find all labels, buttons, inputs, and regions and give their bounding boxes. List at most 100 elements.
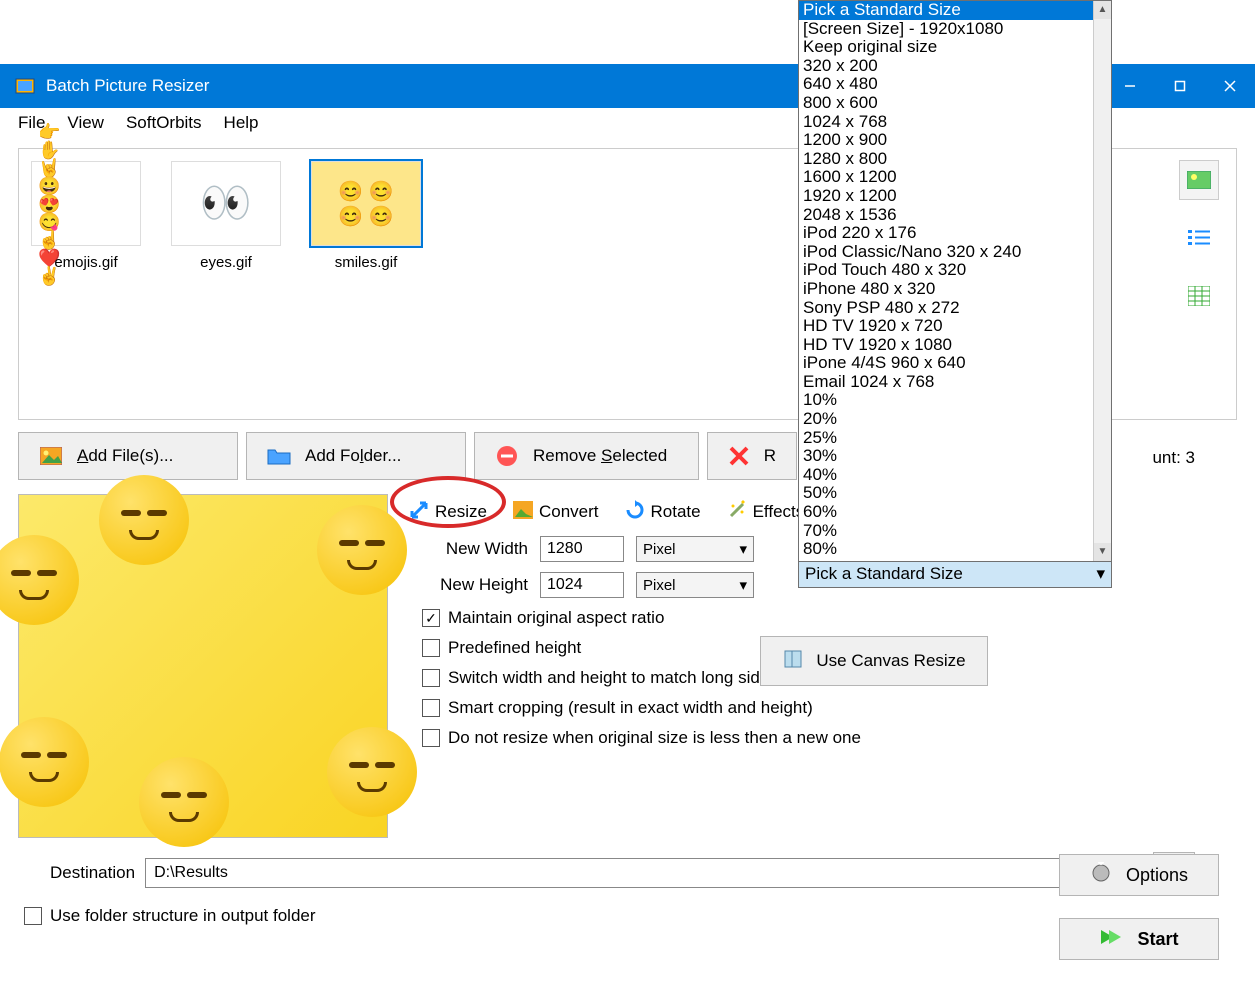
size-option[interactable]: iPod Classic/Nano 320 x 240 (799, 243, 1111, 262)
thumb-label: emojis.gif (54, 254, 117, 271)
tab-resize[interactable]: Resize (398, 495, 498, 530)
size-option[interactable]: 320 x 200 (799, 57, 1111, 76)
size-option[interactable]: 20% (799, 410, 1111, 429)
size-list[interactable]: Pick a Standard Size[Screen Size] - 1920… (799, 1, 1111, 561)
size-option[interactable]: iPod 220 x 176 (799, 224, 1111, 243)
size-option[interactable]: 80% (799, 540, 1111, 559)
thumb-item-selected[interactable]: 😊 😊😊 😊 smiles.gif (311, 161, 421, 271)
size-option[interactable]: iPone 4/4S 960 x 640 (799, 354, 1111, 373)
use-canvas-resize-button[interactable]: Use Canvas Resize (760, 636, 988, 686)
x-icon (728, 444, 750, 468)
folder-icon (267, 444, 291, 468)
size-option[interactable]: Email 1024 x 768 (799, 373, 1111, 392)
canvas-icon (782, 648, 804, 675)
width-unit-select[interactable]: Pixel▾ (636, 536, 754, 562)
size-option[interactable]: 50% (799, 484, 1111, 503)
size-option[interactable]: 1600 x 1200 (799, 168, 1111, 187)
view-list-button[interactable] (1179, 218, 1219, 258)
size-option[interactable]: 1280 x 800 (799, 150, 1111, 169)
size-option[interactable]: iPhone 480 x 320 (799, 280, 1111, 299)
image-icon (39, 444, 63, 468)
remove-all-button[interactable]: R (707, 432, 797, 480)
size-option[interactable]: 30% (799, 447, 1111, 466)
scrollbar[interactable]: ▲ ▼ (1093, 1, 1111, 561)
options-label: Options (1126, 865, 1188, 886)
checkbox-icon (422, 669, 440, 687)
add-files-button[interactable]: Add File(s)... (18, 432, 238, 480)
remove-all-label: R (764, 446, 776, 466)
size-option[interactable]: [Screen Size] - 1920x1080 (799, 20, 1111, 39)
predefined-height-label: Predefined height (448, 638, 581, 658)
thumb-item[interactable]: 👀 eyes.gif (171, 161, 281, 271)
start-label: Start (1137, 929, 1178, 950)
height-unit-select[interactable]: Pixel▾ (636, 572, 754, 598)
thumb-item[interactable]: 👉✋🤘😀😍😋☝️❤️✌️ emojis.gif (31, 161, 141, 271)
size-option[interactable]: 1920 x 1200 (799, 187, 1111, 206)
thumb-preview: 👀 (171, 161, 281, 246)
canvas-resize-label: Use Canvas Resize (816, 651, 965, 671)
tab-rotate[interactable]: Rotate (614, 495, 712, 530)
thumb-label: smiles.gif (335, 254, 398, 271)
smart-crop-checkbox[interactable]: Smart cropping (result in exact width an… (422, 698, 1237, 718)
wand-icon (727, 500, 747, 525)
size-option[interactable]: 800 x 600 (799, 94, 1111, 113)
maintain-aspect-checkbox[interactable]: ✓ Maintain original aspect ratio (422, 608, 1237, 628)
size-option[interactable]: 640 x 480 (799, 75, 1111, 94)
thumb-preview: 👉✋🤘😀😍😋☝️❤️✌️ (31, 161, 141, 246)
size-option[interactable]: 2048 x 1536 (799, 206, 1111, 225)
size-option[interactable]: 1024 x 768 (799, 113, 1111, 132)
remove-selected-button[interactable]: Remove Selected (474, 432, 699, 480)
maximize-button[interactable] (1155, 64, 1205, 108)
use-folder-structure-label: Use folder structure in output folder (50, 906, 316, 926)
destination-row: Destination D:\Results ▾ (50, 858, 1195, 888)
tab-resize-label: Resize (435, 502, 487, 522)
scroll-up-icon[interactable]: ▲ (1094, 1, 1111, 19)
size-option[interactable]: 1200 x 900 (799, 131, 1111, 150)
minimize-button[interactable] (1105, 64, 1155, 108)
tabs: Resize Convert Rotate Effects (398, 494, 815, 530)
convert-icon (513, 501, 533, 524)
tab-convert-label: Convert (539, 502, 599, 522)
start-button[interactable]: Start (1059, 918, 1219, 960)
destination-combo[interactable]: D:\Results ▾ (145, 858, 1133, 888)
maintain-aspect-label: Maintain original aspect ratio (448, 608, 664, 628)
tab-rotate-label: Rotate (651, 502, 701, 522)
add-folder-button[interactable]: Add Folder... (246, 432, 466, 480)
size-option[interactable]: HD TV 1920 x 720 (799, 317, 1111, 336)
size-option[interactable]: Sony PSP 480 x 272 (799, 299, 1111, 318)
scroll-down-icon[interactable]: ▼ (1094, 543, 1111, 561)
size-option[interactable]: Keep original size (799, 38, 1111, 57)
checkbox-icon (24, 907, 42, 925)
view-thumbnails-button[interactable] (1179, 160, 1219, 200)
checkbox-icon (422, 699, 440, 717)
thumb-preview: 😊 😊😊 😊 (311, 161, 421, 246)
standard-size-dropdown[interactable]: Pick a Standard Size[Screen Size] - 1920… (798, 0, 1112, 588)
menu-help[interactable]: Help (214, 110, 269, 136)
size-option[interactable]: 60% (799, 503, 1111, 522)
use-folder-structure-checkbox[interactable]: Use folder structure in output folder (24, 906, 316, 926)
new-height-input[interactable] (540, 572, 624, 598)
standard-size-combo[interactable]: Pick a Standard Size ▾ (799, 561, 1111, 587)
size-option[interactable]: 10% (799, 391, 1111, 410)
minus-circle-icon (495, 444, 519, 468)
size-option[interactable]: 25% (799, 429, 1111, 448)
close-button[interactable] (1205, 64, 1255, 108)
resize-icon (409, 500, 429, 525)
no-upscale-checkbox[interactable]: Do not resize when original size is less… (422, 728, 1237, 748)
no-upscale-label: Do not resize when original size is less… (448, 728, 861, 748)
rotate-icon (625, 500, 645, 525)
size-option[interactable]: 40% (799, 466, 1111, 485)
new-width-input[interactable] (540, 536, 624, 562)
smart-crop-label: Smart cropping (result in exact width an… (448, 698, 813, 718)
size-option[interactable]: Pick a Standard Size (799, 1, 1111, 20)
size-option[interactable]: HD TV 1920 x 1080 (799, 336, 1111, 355)
destination-label: Destination (50, 863, 135, 883)
size-option[interactable]: iPod Touch 480 x 320 (799, 261, 1111, 280)
options-button[interactable]: Options (1059, 854, 1219, 896)
add-files-label: dd File(s)... (88, 446, 173, 465)
view-details-button[interactable] (1179, 276, 1219, 316)
size-option[interactable]: 70% (799, 522, 1111, 541)
chevron-down-icon: ▾ (1096, 565, 1105, 584)
tab-convert[interactable]: Convert (502, 496, 610, 529)
tab-effects-label: Effects (753, 502, 805, 522)
